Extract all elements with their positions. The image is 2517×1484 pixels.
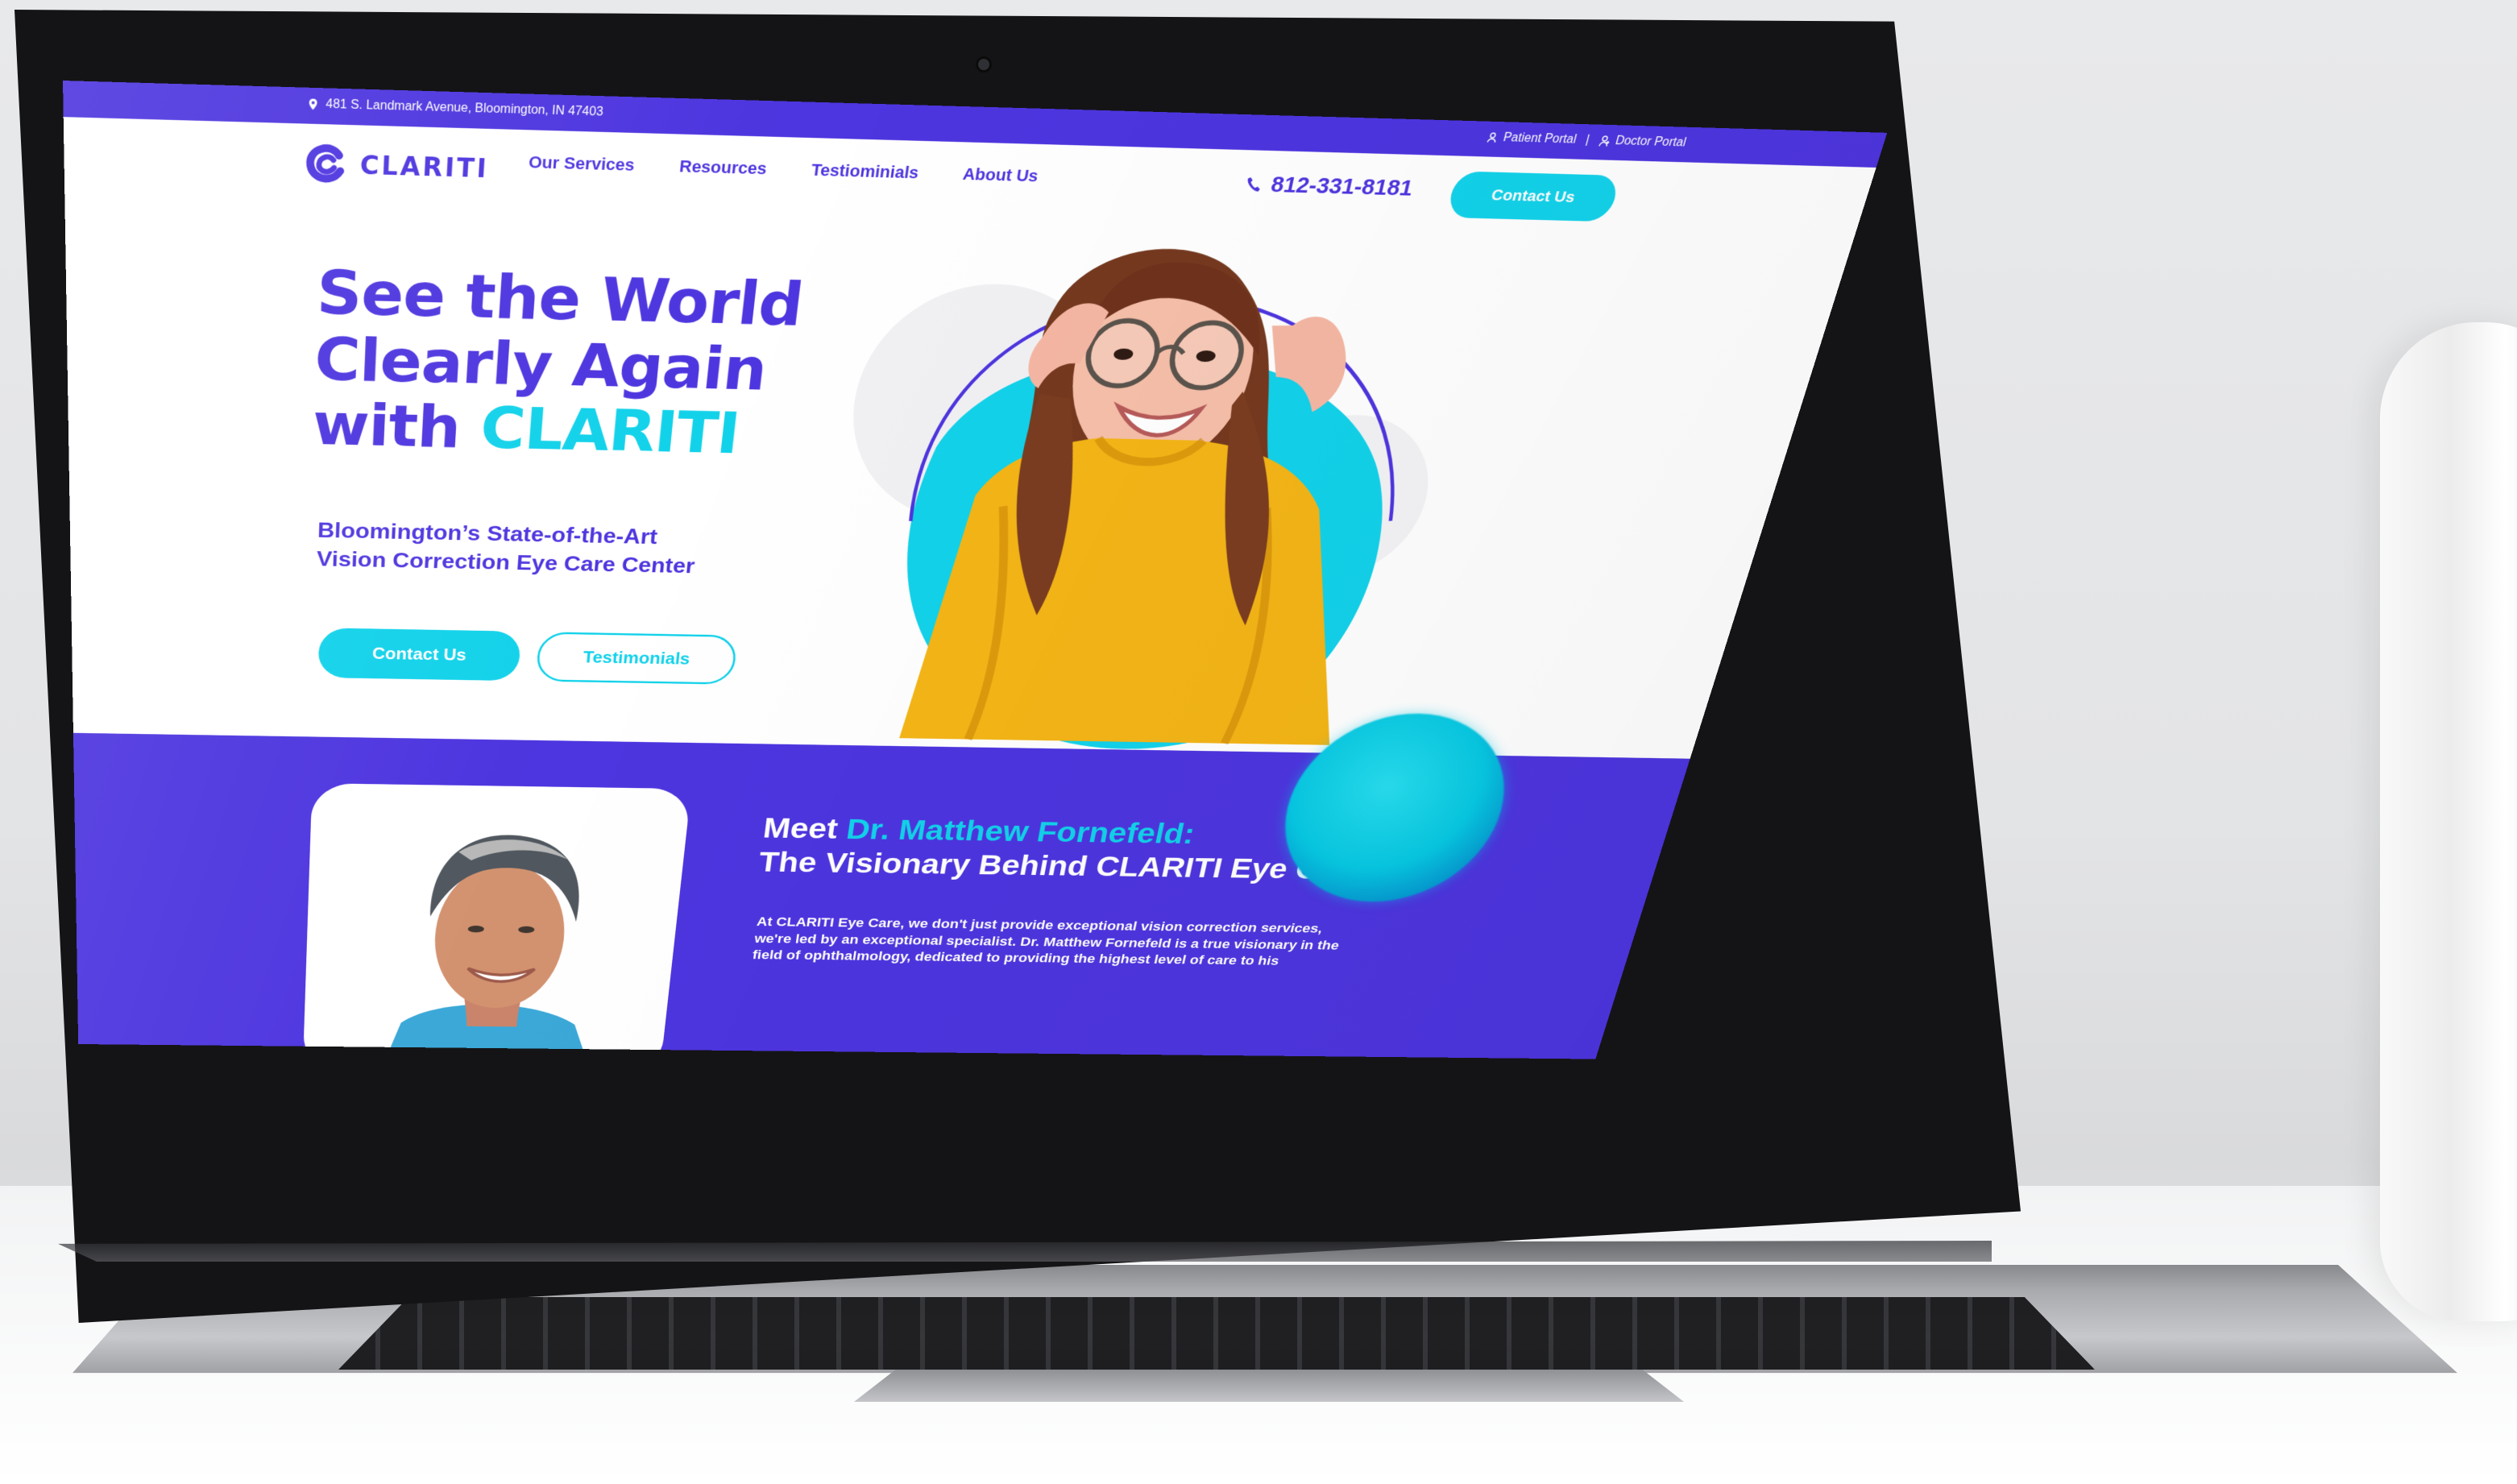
hero-section: See the World Clearly Again with CLARITI…: [64, 194, 1853, 758]
hero-title-line-3: with CLARITI: [312, 392, 910, 469]
portal-separator: |: [1584, 133, 1591, 147]
white-vase-decoration: [2380, 322, 2517, 1321]
doctor-portal-label: Doctor Portal: [1613, 134, 1688, 150]
smiling-woman-with-glasses-illustration: [839, 246, 1526, 746]
nav-our-services[interactable]: Our Services: [528, 152, 635, 175]
doctor-portrait: [381, 834, 596, 1059]
patient-portal-label: Patient Portal: [1501, 131, 1578, 147]
phone-link[interactable]: 812-331-8181: [1242, 172, 1416, 201]
primary-navigation: Our Services Resources Testiominials Abo…: [528, 152, 1039, 186]
clariti-logo-link[interactable]: CLARITI: [305, 143, 490, 189]
laptop-keyboard: [338, 1297, 2095, 1370]
nav-resources[interactable]: Resources: [678, 156, 768, 179]
patient-portal-link[interactable]: Patient Portal: [1485, 131, 1578, 147]
phone-number: 812-331-8181: [1268, 172, 1416, 201]
address-text: 481 S. Landmark Avenue, Bloomington, IN …: [326, 97, 604, 119]
laptop-mockup-scene: 481 S. Landmark Avenue, Bloomington, IN …: [0, 0, 2517, 1484]
hero-title-prefix: with: [311, 391, 462, 461]
laptop-camera: [976, 56, 992, 73]
hero-testimonials-button[interactable]: Testimonials: [535, 632, 739, 685]
address-block: 481 S. Landmark Avenue, Bloomington, IN …: [306, 97, 603, 119]
portal-links: Patient Portal | Doctor Portal: [1485, 131, 1688, 150]
nav-about-us[interactable]: About Us: [961, 164, 1040, 186]
hero-woman-image: [796, 223, 1526, 746]
doctor-heading-prefix: Meet: [761, 812, 840, 845]
hero-subtitle: Bloomington’s State-of-the-Art Vision Co…: [316, 516, 813, 582]
phone-icon: [1245, 177, 1263, 192]
user-icon: [1485, 131, 1500, 144]
laptop-trackpad: [854, 1370, 1684, 1402]
nav-testimonials[interactable]: Testiominials: [811, 160, 920, 183]
laptop-screen-frame: 481 S. Landmark Avenue, Bloomington, IN …: [15, 10, 2021, 1323]
hero-title-accent: CLARITI: [479, 395, 743, 467]
website-screen: 481 S. Landmark Avenue, Bloomington, IN …: [63, 81, 1888, 1059]
doctor-icon: [1597, 135, 1612, 147]
header-contact-us-button[interactable]: Contact Us: [1445, 171, 1621, 222]
logo-text: CLARITI: [359, 149, 490, 184]
doctor-bio: At CLARITI Eye Care, we don't just provi…: [752, 913, 1482, 971]
doctor-portal-link[interactable]: Doctor Portal: [1597, 134, 1688, 150]
doctor-photo-card: [302, 783, 692, 1059]
doctor-name: Dr. Matthew Fornefeld:: [844, 814, 1198, 850]
map-pin-icon: [309, 98, 317, 110]
laptop-hinge: [58, 1241, 1992, 1262]
clariti-logo-icon: [305, 143, 348, 185]
hero-contact-us-button[interactable]: Contact Us: [317, 628, 522, 682]
